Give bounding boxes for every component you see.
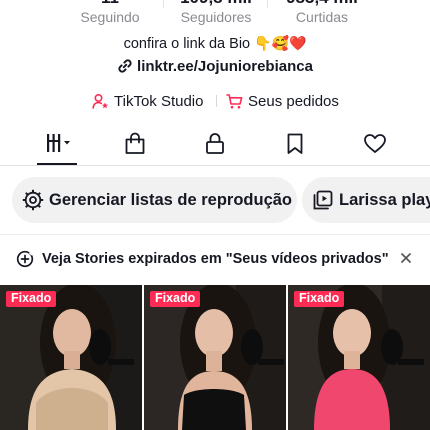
video-thumbnail[interactable]: Fixado [288, 285, 430, 430]
orders-label: Seus pedidos [248, 92, 339, 110]
profile-link[interactable]: linktr.ee/Jojuniorebianca [0, 58, 430, 75]
likes-label: Curtidas [295, 9, 349, 25]
tab-shop[interactable] [115, 126, 155, 166]
pinned-badge: Fixado [294, 291, 345, 307]
bookmark-icon [287, 133, 303, 154]
banner-text: Veja Stories expirados em "Seus vídeos p… [42, 251, 389, 267]
following-label: Seguindo [80, 9, 140, 25]
lock-icon [206, 133, 224, 154]
tiktok-studio-label: TikTok Studio [114, 92, 204, 110]
followers-count: 109,8 mil [166, 0, 266, 8]
heart-icon [364, 134, 386, 153]
likes-count: 983,4 mil [272, 0, 372, 8]
bio-emojis: 👇🥰❤️ [254, 36, 307, 52]
tab-private[interactable] [195, 126, 235, 166]
video-thumbnail[interactable]: Fixado [0, 285, 142, 430]
followers-stat[interactable]: 109,8 mil Seguidores [166, 0, 266, 25]
pinned-badge: Fixado [150, 291, 201, 307]
following-stat[interactable]: 11 Seguindo [60, 0, 160, 25]
link-icon [118, 59, 132, 73]
stat-divider [267, 0, 268, 8]
close-icon[interactable] [398, 250, 414, 266]
tab-liked[interactable] [355, 126, 395, 166]
bio-text: confira o link da Bio [123, 36, 251, 52]
following-count: 11 [60, 0, 160, 8]
playlist-label: Larissa play [339, 190, 430, 209]
video-thumbnail[interactable]: Fixado [144, 285, 286, 430]
profile-bio: confira o link da Bio 👇🥰❤️ [0, 36, 430, 52]
person-star-icon [92, 93, 108, 109]
pinned-badge: Fixado [6, 291, 57, 307]
tab-videos[interactable] [37, 126, 77, 166]
bag-icon [125, 132, 145, 154]
followers-label: Seguidores [180, 9, 252, 25]
add-story-icon [16, 250, 34, 268]
profile-tabs [0, 126, 430, 166]
gear-icon [22, 189, 44, 211]
profile-stats: 11 Seguindo 109,8 mil Seguidores 983,4 m… [0, 0, 430, 25]
tab-favorites[interactable] [275, 126, 315, 166]
manage-playlists-button[interactable]: Gerenciar listas de reprodução [12, 177, 297, 223]
expired-stories-banner[interactable]: Veja Stories expirados em "Seus vídeos p… [0, 234, 430, 284]
grid-bars-icon [47, 134, 70, 152]
active-tab-indicator [37, 163, 77, 165]
likes-stat[interactable]: 983,4 mil Curtidas [272, 0, 372, 25]
playlist-chip[interactable]: Larissa play [302, 177, 430, 223]
tiktok-studio-button[interactable]: TikTok Studio [92, 90, 203, 112]
link-text: linktr.ee/Jojuniorebianca [137, 58, 313, 75]
profile-actions: TikTok Studio Seus pedidos [0, 90, 430, 112]
playlist-row: Gerenciar listas de reprodução Larissa p… [0, 177, 430, 223]
action-divider [216, 95, 217, 107]
stat-divider [163, 0, 164, 8]
video-grid: Fixado Fixado Fixado [0, 285, 430, 430]
manage-playlists-label: Gerenciar listas de reprodução [49, 190, 293, 209]
orders-button[interactable]: Seus pedidos [226, 90, 339, 112]
cart-icon [226, 93, 243, 108]
playlist-icon [313, 190, 333, 210]
